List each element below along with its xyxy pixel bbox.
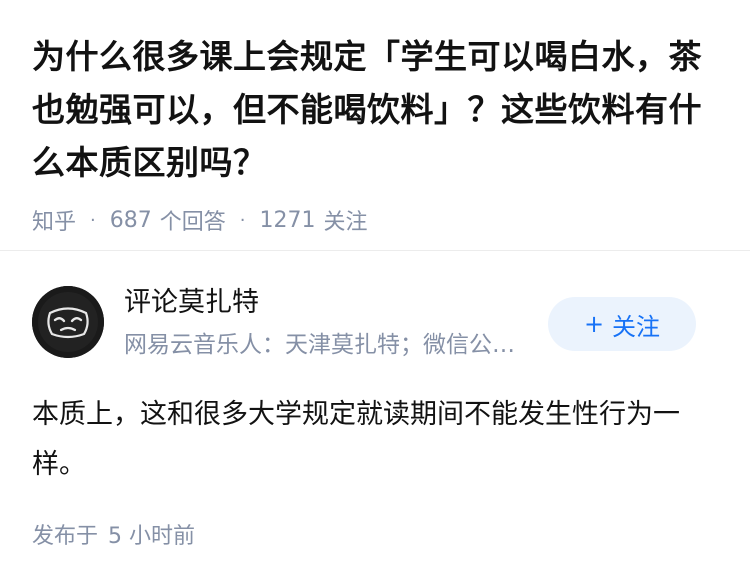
plus-icon: + <box>583 310 605 338</box>
answer-count-label[interactable]: 个回答 <box>160 204 226 236</box>
masked-face-icon <box>32 286 104 358</box>
meta-separator: · <box>90 209 96 231</box>
author-headline: 网易云音乐人：天津莫扎特；微信公众号：评论莫扎特 <box>124 332 536 358</box>
author-card: 评论莫扎特 网易云音乐人：天津莫扎特；微信公众号：评论莫扎特 + 关注 <box>32 285 718 365</box>
question-title[interactable]: 为什么很多课上会规定「学生可以喝白水，茶也勉强可以，但不能喝饮料」？这些饮料有什… <box>32 30 722 189</box>
question-meta: 知乎 · 687 个回答 · 1271 关注 <box>32 204 722 236</box>
source-label[interactable]: 知乎 <box>32 204 76 236</box>
follower-count-label[interactable]: 关注 <box>324 204 368 236</box>
meta-separator: · <box>239 209 246 231</box>
avatar[interactable] <box>32 286 104 358</box>
posted-time-value: 5 小时前 <box>108 524 196 549</box>
answer-count[interactable]: 687 <box>110 208 152 233</box>
section-divider <box>0 250 750 251</box>
follow-button[interactable]: + 关注 <box>548 297 696 351</box>
follower-count[interactable]: 1271 <box>260 208 316 233</box>
author-name[interactable]: 评论莫扎特 <box>124 285 259 321</box>
posted-prefix: 发布于 <box>32 524 99 549</box>
follow-button-label: 关注 <box>612 312 661 341</box>
posted-time: 发布于 5 小时前 <box>32 522 195 552</box>
question-header: 为什么很多课上会规定「学生可以喝白水，茶也勉强可以，但不能喝饮料」？这些饮料有什… <box>32 30 722 235</box>
answer-content[interactable]: 本质上，这和很多大学规定就读期间不能发生性行为一样。 <box>32 390 718 490</box>
